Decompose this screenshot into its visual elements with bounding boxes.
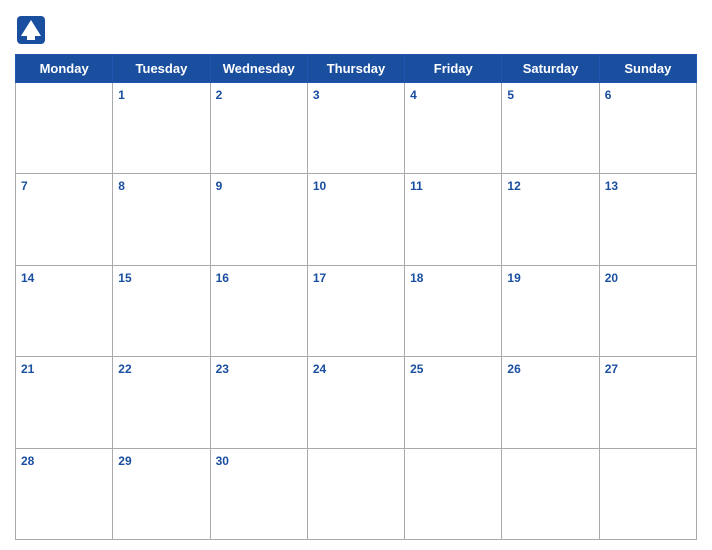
calendar-week-5: 28 29 30 (16, 448, 697, 539)
weekday-tuesday: Tuesday (113, 55, 210, 83)
calendar-day (502, 448, 599, 539)
day-number: 14 (21, 271, 34, 285)
calendar-day: 12 (502, 174, 599, 265)
calendar-day: 29 (113, 448, 210, 539)
calendar-week-3: 14 15 16 17 18 19 20 (16, 265, 697, 356)
calendar-day: 23 (210, 357, 307, 448)
day-number: 30 (216, 454, 229, 468)
day-number: 23 (216, 362, 229, 376)
calendar-week-1: 1 2 3 4 5 6 (16, 83, 697, 174)
weekday-friday: Friday (405, 55, 502, 83)
day-number: 27 (605, 362, 618, 376)
weekday-wednesday: Wednesday (210, 55, 307, 83)
calendar-day: 11 (405, 174, 502, 265)
calendar-day: 22 (113, 357, 210, 448)
calendar-day: 2 (210, 83, 307, 174)
calendar-day: 18 (405, 265, 502, 356)
day-number: 26 (507, 362, 520, 376)
calendar-day: 6 (599, 83, 696, 174)
weekday-monday: Monday (16, 55, 113, 83)
calendar-day: 15 (113, 265, 210, 356)
day-number: 21 (21, 362, 34, 376)
day-number: 3 (313, 88, 320, 102)
calendar-day: 3 (307, 83, 404, 174)
calendar-day: 26 (502, 357, 599, 448)
calendar-day: 21 (16, 357, 113, 448)
calendar-day: 10 (307, 174, 404, 265)
day-number: 24 (313, 362, 326, 376)
weekday-thursday: Thursday (307, 55, 404, 83)
calendar-day: 16 (210, 265, 307, 356)
calendar-day (307, 448, 404, 539)
calendar-day: 28 (16, 448, 113, 539)
day-number: 20 (605, 271, 618, 285)
calendar-week-4: 21 22 23 24 25 26 27 (16, 357, 697, 448)
calendar-day: 7 (16, 174, 113, 265)
calendar-day: 13 (599, 174, 696, 265)
day-number: 4 (410, 88, 417, 102)
logo (15, 14, 51, 46)
calendar-header (15, 10, 697, 50)
calendar-day: 8 (113, 174, 210, 265)
calendar-day: 30 (210, 448, 307, 539)
calendar-day: 17 (307, 265, 404, 356)
day-number: 13 (605, 179, 618, 193)
day-number: 25 (410, 362, 423, 376)
calendar-day: 9 (210, 174, 307, 265)
day-number: 29 (118, 454, 131, 468)
weekday-sunday: Sunday (599, 55, 696, 83)
day-number: 5 (507, 88, 514, 102)
day-number: 18 (410, 271, 423, 285)
calendar-day: 20 (599, 265, 696, 356)
calendar-table: MondayTuesdayWednesdayThursdayFridaySatu… (15, 54, 697, 540)
calendar-day: 24 (307, 357, 404, 448)
day-number: 12 (507, 179, 520, 193)
day-number: 2 (216, 88, 223, 102)
weekday-saturday: Saturday (502, 55, 599, 83)
calendar-day: 27 (599, 357, 696, 448)
day-number: 6 (605, 88, 612, 102)
calendar-day: 1 (113, 83, 210, 174)
logo-icon (15, 14, 47, 46)
day-number: 28 (21, 454, 34, 468)
day-number: 16 (216, 271, 229, 285)
calendar-day (16, 83, 113, 174)
calendar-week-2: 7 8 9 10 11 12 13 (16, 174, 697, 265)
day-number: 22 (118, 362, 131, 376)
calendar-day (599, 448, 696, 539)
day-number: 15 (118, 271, 131, 285)
weekday-header-row: MondayTuesdayWednesdayThursdayFridaySatu… (16, 55, 697, 83)
calendar-day: 5 (502, 83, 599, 174)
day-number: 11 (410, 179, 423, 193)
calendar-day: 25 (405, 357, 502, 448)
day-number: 1 (118, 88, 125, 102)
calendar-day: 19 (502, 265, 599, 356)
calendar-day: 4 (405, 83, 502, 174)
day-number: 7 (21, 179, 28, 193)
calendar-day (405, 448, 502, 539)
day-number: 10 (313, 179, 326, 193)
day-number: 8 (118, 179, 125, 193)
calendar-day: 14 (16, 265, 113, 356)
day-number: 17 (313, 271, 326, 285)
day-number: 9 (216, 179, 223, 193)
day-number: 19 (507, 271, 520, 285)
